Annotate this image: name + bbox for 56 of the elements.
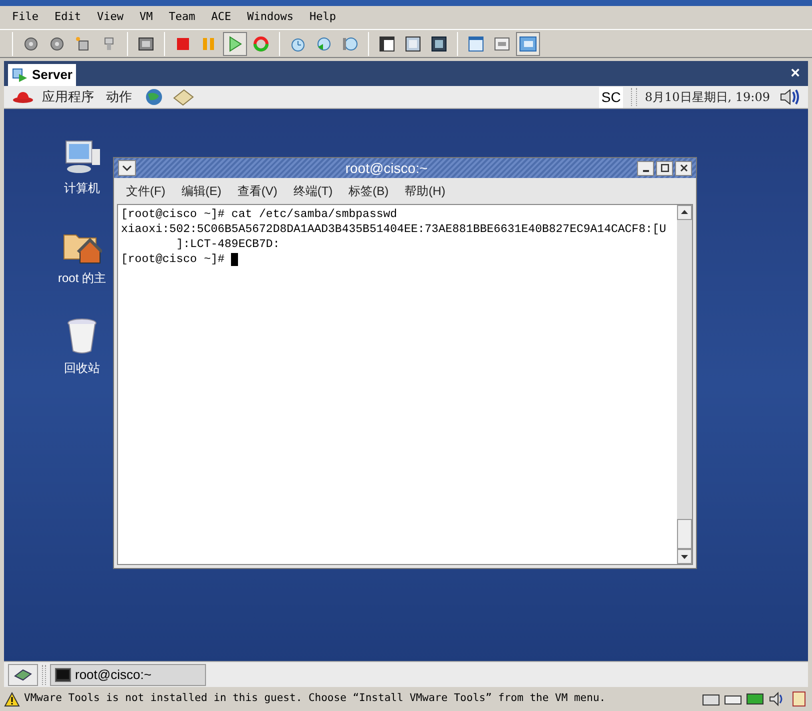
status-message: VMware Tools is not installed in this guest. Choose “Install VMware Tools” from the VM menu. xyxy=(24,691,606,706)
maximize-icon xyxy=(660,164,668,172)
menu-item[interactable]: View xyxy=(97,9,124,26)
desktop-icon-label[interactable]: 计算机 xyxy=(64,179,100,197)
minimize-button[interactable] xyxy=(637,160,654,176)
terminal-line: xiaoxi:502:5C06B5A5672D8DA1AAD3B435B51404EE:73AE881BBE6631E40B827EC9A14CACF8:[U xyxy=(121,222,666,237)
maximize-button[interactable] xyxy=(656,160,673,176)
terminal-icon xyxy=(55,668,71,682)
menu-item[interactable]: ACE xyxy=(211,9,232,26)
menu-item[interactable]: Edit xyxy=(54,9,81,26)
chevron-down-icon xyxy=(122,165,132,171)
menu-item[interactable]: 终端(T) xyxy=(293,182,333,200)
close-icon xyxy=(680,164,688,172)
menu-item[interactable]: VM xyxy=(140,9,153,26)
speaker-icon[interactable] xyxy=(778,87,800,107)
desktop-icon-label[interactable]: 回收站 xyxy=(64,359,100,377)
terminal-line: [root@cisco ~]# xyxy=(121,252,226,267)
reset-icon xyxy=(252,34,270,52)
menu-item[interactable]: Team xyxy=(168,9,196,26)
scrollbar[interactable] xyxy=(677,205,692,564)
window-menu-button[interactable] xyxy=(118,160,136,176)
scroll-down-icon[interactable] xyxy=(677,549,692,564)
menu-item[interactable]: Help xyxy=(309,9,336,26)
warning-icon xyxy=(4,692,20,706)
window-icon xyxy=(467,34,485,52)
desktop-icon-label[interactable]: root 的主 xyxy=(58,269,106,287)
globe-icon[interactable] xyxy=(144,88,164,106)
panel-clock[interactable]: 8月10日星期日, 19:09 xyxy=(644,88,770,106)
menu-item[interactable]: 查看(V) xyxy=(237,182,278,200)
menu-item[interactable]: 文件(F) xyxy=(126,182,166,200)
vm-icon xyxy=(12,67,28,83)
trash-icon xyxy=(65,317,99,355)
vm-tab[interactable]: Server xyxy=(8,64,76,86)
sidebar-window-icon xyxy=(378,34,396,52)
scrollbar-thumb[interactable] xyxy=(677,519,692,549)
menu-item[interactable]: Windows xyxy=(247,9,294,26)
panel-menu[interactable]: 应用程序 xyxy=(42,87,94,107)
menu-item[interactable]: 帮助(H) xyxy=(404,182,446,200)
terminal-line: [root@cisco ~]# cat /etc/samba/smbpasswd xyxy=(121,207,398,222)
panel-menu[interactable]: 动作 xyxy=(106,87,132,107)
input-indicator[interactable]: SC xyxy=(599,86,623,108)
window-title: root@cisco:~ xyxy=(344,158,429,178)
fit-window-icon xyxy=(404,34,422,52)
close-button[interactable]: × xyxy=(790,62,804,86)
menu-item[interactable]: 编辑(E) xyxy=(181,182,222,200)
terminal-line: ]:LCT-489ECB7D: xyxy=(175,237,280,252)
show-desktop-button[interactable] xyxy=(8,664,38,686)
menu-item[interactable]: File xyxy=(12,9,38,26)
fullscreen-icon xyxy=(430,34,448,52)
console-icon xyxy=(493,34,511,52)
menu-item[interactable]: 标签(B) xyxy=(348,182,389,200)
window-icon xyxy=(519,34,537,52)
hat-icon[interactable] xyxy=(12,90,34,104)
close-button[interactable] xyxy=(675,160,692,176)
taskbar-button[interactable]: root@cisco:~ xyxy=(50,664,206,686)
scroll-up-icon[interactable] xyxy=(677,205,692,220)
